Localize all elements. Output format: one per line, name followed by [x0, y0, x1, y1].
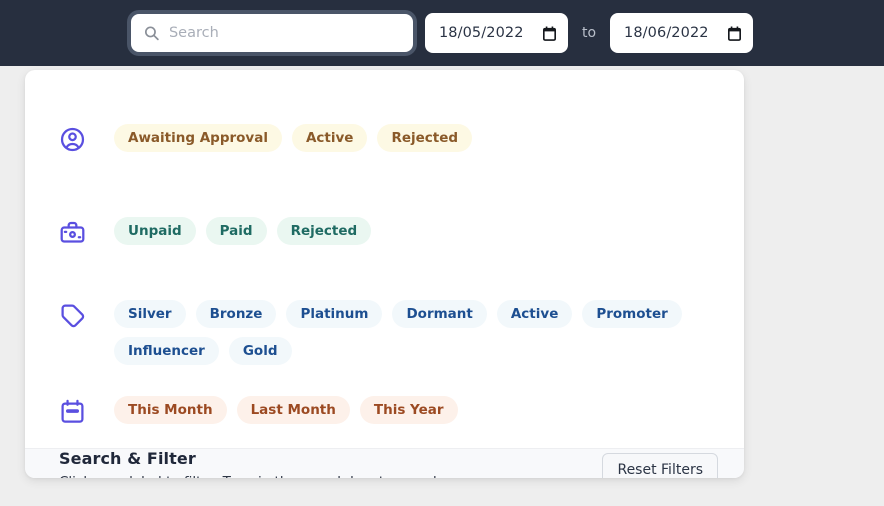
briefcase-money-icon [59, 219, 89, 246]
footer-title: Search & Filter [59, 449, 196, 468]
chip-list-user-status: Awaiting Approval Active Rejected [89, 124, 473, 152]
filter-chip[interactable]: Rejected [276, 217, 372, 245]
filter-chip[interactable]: Dormant [392, 300, 487, 328]
filter-chip[interactable]: Promoter [582, 300, 682, 328]
filter-group-payment-status: Unpaid Paid Rejected [25, 213, 744, 269]
date-to-value: 18/06/2022 [624, 25, 709, 41]
top-toolbar: 18/05/2022 to 18/06/2022 [0, 0, 884, 66]
date-range-separator: to [581, 25, 597, 41]
chip-list-tags: Silver Bronze Platinum Dormant Active Pr… [89, 300, 720, 365]
search-filter-card: Awaiting Approval Active Rejected Unpaid… [25, 70, 744, 478]
footer-subtitle: Click on a label to filter. Type in the … [59, 474, 446, 478]
filter-chip[interactable]: Platinum [286, 300, 383, 328]
footer-text-block: Search & Filter Click on a label to filt… [59, 449, 446, 478]
filter-group-date-presets: This Month Last Month This Year [25, 392, 744, 448]
toolbar-controls: 18/05/2022 to 18/06/2022 [130, 13, 754, 53]
user-circle-icon [59, 126, 89, 153]
date-to-input[interactable]: 18/06/2022 [610, 13, 754, 53]
filter-chip[interactable]: Bronze [195, 300, 277, 328]
date-from-value: 18/05/2022 [438, 25, 524, 41]
tag-icon [59, 302, 89, 329]
chip-list-date-presets: This Month Last Month This Year [89, 396, 458, 424]
calendar-icon [59, 398, 89, 425]
filter-chip[interactable]: Active [291, 124, 368, 152]
filter-group-user-status: Awaiting Approval Active Rejected [25, 120, 744, 176]
filter-chip[interactable]: Silver [114, 300, 186, 328]
search-icon [143, 25, 160, 42]
chip-list-payment-status: Unpaid Paid Rejected [89, 217, 372, 245]
filter-chip[interactable]: Last Month [236, 396, 350, 424]
filter-chip[interactable]: Awaiting Approval [114, 124, 282, 152]
filter-chip[interactable]: Rejected [377, 124, 473, 152]
filter-chip[interactable]: This Month [114, 396, 227, 424]
calendar-icon[interactable] [542, 26, 556, 41]
filter-chip[interactable]: Active [496, 300, 573, 328]
filter-groups: Awaiting Approval Active Rejected Unpaid… [25, 70, 744, 448]
search-box[interactable] [130, 14, 413, 52]
date-from-input[interactable]: 18/05/2022 [424, 13, 568, 53]
filter-chip[interactable]: Paid [205, 217, 267, 245]
search-input[interactable] [168, 16, 399, 50]
card-footer: Search & Filter Click on a label to filt… [25, 448, 744, 478]
filter-group-tags: Silver Bronze Platinum Dormant Active Pr… [25, 296, 744, 365]
filter-chip[interactable]: Influencer [114, 337, 219, 365]
reset-filters-button[interactable]: Reset Filters [602, 452, 718, 478]
filter-chip[interactable]: This Year [359, 396, 458, 424]
filter-chip[interactable]: Gold [228, 337, 292, 365]
calendar-icon[interactable] [728, 26, 742, 41]
filter-chip[interactable]: Unpaid [114, 217, 196, 245]
